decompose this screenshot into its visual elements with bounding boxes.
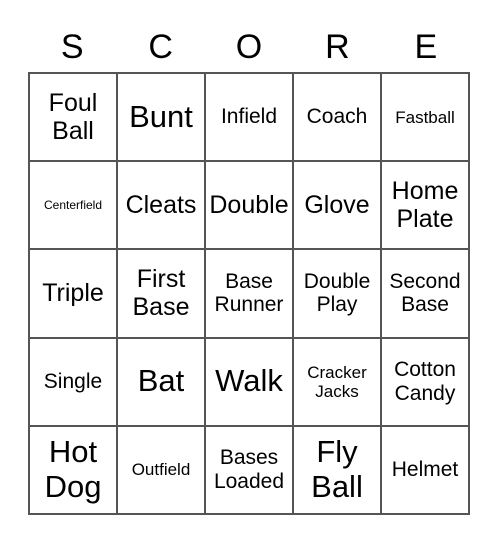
bingo-cell-label: Bases Loaded — [213, 446, 285, 493]
bingo-cell-label: Fly Ball — [311, 434, 363, 504]
bingo-cell[interactable]: Base Runner — [206, 250, 294, 339]
bingo-card: S C O R E Foul Ball Bunt Infield Coach Fastb… — [0, 0, 500, 544]
bingo-cell[interactable]: Foul Ball — [30, 74, 118, 163]
bingo-cell[interactable]: Helmet — [382, 426, 470, 515]
header-letter-4: R — [325, 28, 350, 66]
bingo-cell[interactable]: Hot Dog — [30, 426, 118, 515]
bingo-cell-label: Centerfield — [43, 197, 103, 212]
bingo-cell[interactable]: Home Plate — [382, 162, 470, 251]
bingo-cell[interactable]: Coach — [294, 74, 382, 163]
bingo-cell-label: Double — [209, 191, 289, 220]
bingo-cell[interactable]: Infield — [206, 74, 294, 163]
bingo-cell[interactable]: Walk — [206, 338, 294, 427]
bingo-cell[interactable]: Second Base — [382, 250, 470, 339]
bingo-cell[interactable]: Fly Ball — [294, 426, 382, 515]
bingo-cell-label: Outfield — [131, 460, 191, 480]
bingo-cell-label: Coach — [306, 105, 368, 129]
bingo-cell-label: Bat — [137, 363, 185, 399]
header-letter-5: E — [414, 28, 438, 66]
bingo-cell[interactable]: Fastball — [382, 74, 470, 163]
bingo-cell-label: Glove — [304, 191, 370, 220]
bingo-cell[interactable]: Bat — [118, 338, 206, 427]
bingo-grid: Foul Ball Bunt Infield Coach Fastball Centerf… — [28, 72, 470, 515]
bingo-cell[interactable]: Cleats — [118, 162, 206, 251]
bingo-cell[interactable]: Double Play — [294, 250, 382, 339]
bingo-cell-label: Single — [43, 369, 103, 393]
bingo-cell[interactable]: Centerfield — [30, 162, 118, 251]
bingo-cell[interactable]: First Base — [118, 250, 206, 339]
bingo-cell-label: Cracker Jacks — [307, 362, 367, 401]
bingo-header: S C O R E — [28, 22, 470, 72]
bingo-cell[interactable]: Glove — [294, 162, 382, 251]
bingo-cell[interactable]: Cotton Candy — [382, 338, 470, 427]
bingo-cell[interactable]: Double — [206, 162, 294, 251]
header-letter-2: C — [148, 28, 173, 66]
bingo-cell-label: Infield — [220, 105, 278, 129]
bingo-cell-label: Helmet — [391, 458, 459, 482]
header-letter-3: O — [235, 28, 263, 66]
bingo-cell[interactable]: Bunt — [118, 74, 206, 163]
bingo-cell-label: Foul Ball — [48, 89, 98, 146]
bingo-cell-label: Cotton Candy — [394, 358, 456, 405]
bingo-cell[interactable]: Single — [30, 338, 118, 427]
bingo-cell-label: Cleats — [125, 191, 197, 220]
bingo-cell[interactable]: Triple — [30, 250, 118, 339]
bingo-cell[interactable]: Cracker Jacks — [294, 338, 382, 427]
bingo-cell-label: Home Plate — [391, 177, 459, 234]
bingo-cell-label: Second Base — [389, 269, 461, 317]
header-letter-1: S — [60, 28, 84, 66]
bingo-cell[interactable]: Bases Loaded — [206, 426, 294, 515]
bingo-cell-label: Triple — [42, 279, 104, 308]
bingo-cell[interactable]: Outfield — [118, 426, 206, 515]
bingo-cell-label: Bunt — [129, 98, 193, 134]
bingo-cell-label: Hot Dog — [44, 434, 102, 504]
bingo-cell-label: First Base — [132, 265, 190, 322]
bingo-cell-label: Fastball — [395, 107, 455, 127]
bingo-cell-label: Base Runner — [214, 269, 284, 317]
bingo-cell-label: Walk — [215, 363, 283, 399]
bingo-cell-label: Double Play — [303, 269, 371, 317]
